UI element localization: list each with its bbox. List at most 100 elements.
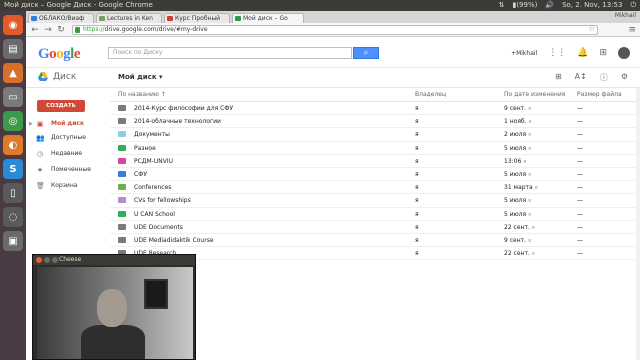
disk-icon[interactable]: ◌ (3, 207, 23, 227)
sort-by-date-header[interactable]: По дате изменения (504, 88, 565, 102)
cheese-titlebar[interactable]: Cheese (33, 255, 195, 265)
file-row[interactable]: Разное я 5 июля я — (110, 142, 636, 155)
grid-view-icon[interactable]: ⊞ (555, 72, 562, 83)
file-owner: я (415, 131, 419, 139)
google-header: Google Поиск по Диску ⌕ +Mikhail ⋮⋮ 🔔 ⊞ (26, 38, 640, 68)
search-input[interactable]: Поиск по Диску (108, 47, 352, 59)
tab-3[interactable]: Курс Пробный (164, 13, 230, 23)
owner-header[interactable]: Владелец (415, 88, 446, 102)
tab-1[interactable]: ОБЛАКО/Виаф (28, 13, 94, 23)
vlc-icon[interactable]: ▲ (3, 63, 23, 83)
clock-icon: ◷ (36, 150, 44, 158)
network-icon[interactable]: ⇅ (499, 0, 505, 11)
tab-favicon-icon (167, 16, 173, 21)
browser-toolbar: ← → ↻ https://drive.google.com/drive/#my… (26, 23, 640, 37)
file-row[interactable]: Документы я 2 июля я — (110, 128, 636, 142)
file-row[interactable]: U CAN School я 5 июля я — (110, 208, 636, 221)
sidebar-item-my-drive[interactable]: ▶ ▣ Мой диск (26, 118, 110, 130)
tab-2[interactable]: Lectures in Ken (96, 13, 162, 23)
camera-icon[interactable]: ▣ (3, 231, 23, 251)
avatar[interactable] (618, 47, 630, 59)
file-modified: 5 июля я (504, 144, 532, 152)
document-icon[interactable]: ▯ (3, 183, 23, 203)
chrome-icon[interactable]: ◎ (3, 111, 23, 131)
settings-gear-icon[interactable]: ⚙ (621, 72, 628, 83)
files-icon[interactable]: ▤ (3, 39, 23, 59)
view-controls: ⊞ A↕ ⓘ ⚙ (555, 72, 628, 83)
folder-icon (118, 170, 126, 177)
folder-icon (118, 197, 126, 204)
user-link[interactable]: +Mikhail (511, 50, 537, 57)
firefox-icon[interactable]: ◐ (3, 135, 23, 155)
google-logo[interactable]: Google (38, 46, 81, 63)
apps-grid-icon[interactable]: ⋮⋮ (548, 48, 566, 58)
folder-icon (118, 184, 126, 191)
address-bar[interactable]: https://drive.google.com/drive/#my-drive (72, 25, 598, 35)
file-row[interactable]: 2014-Курс философии для СФУ я 9 сент. я — (110, 102, 636, 116)
browser-profile-name[interactable]: Mikhail (615, 12, 636, 19)
file-name: Разное (134, 144, 156, 152)
forward-icon[interactable]: → (43, 25, 53, 35)
file-size: — (577, 250, 583, 258)
maximize-icon[interactable] (52, 257, 58, 263)
battery-icon[interactable]: ▮(99%) (512, 0, 537, 11)
webcam-preview (37, 267, 193, 359)
expand-arrow-icon[interactable]: ▶ (29, 118, 33, 130)
file-name: СФУ (134, 170, 148, 178)
cheese-window: Cheese (32, 254, 196, 360)
sidebar-item-trash[interactable]: 🗑 Корзина (26, 180, 110, 192)
file-size: — (577, 197, 583, 205)
scrollbar[interactable] (636, 88, 640, 360)
file-size-header[interactable]: Размер файла (577, 88, 622, 102)
share-icon[interactable]: ⊞ (599, 48, 607, 58)
folder-icon (118, 144, 126, 151)
file-owner: я (415, 197, 419, 205)
file-row[interactable]: UDE Documents я 22 сент. я — (110, 221, 636, 234)
file-size: — (577, 210, 583, 218)
chrome-menu-icon[interactable]: ≡ (628, 25, 636, 35)
sidebar-item-shared[interactable]: 👥 Доступные (26, 132, 110, 144)
back-icon[interactable]: ← (30, 25, 40, 35)
file-row[interactable]: СФУ я 5 июля я — (110, 168, 636, 182)
file-row[interactable]: Conferences я 31 марта я — (110, 181, 636, 195)
bookmark-star-icon[interactable]: ☆ (588, 24, 596, 34)
file-row[interactable]: 2014-облачные технологии я 1 нояб. я — (110, 115, 636, 129)
notifications-bell-icon[interactable]: 🔔 (577, 48, 588, 58)
file-modified: 1 нояб. я (504, 118, 532, 126)
tab-4-active[interactable]: Мой диск – Go (232, 13, 304, 23)
file-row[interactable]: РСДМ-UNVIU я 13:06 я — (110, 155, 636, 168)
person-body (81, 325, 145, 359)
volume-icon[interactable]: 🔊 (545, 0, 554, 11)
folder-icon (118, 157, 126, 164)
power-icon[interactable]: ⏻ (630, 0, 636, 11)
tab-strip: ОБЛАКО/Виаф Lectures in Ken Курс Пробный… (26, 11, 640, 23)
reload-icon[interactable]: ↻ (56, 25, 66, 35)
file-row[interactable]: CVs for fellowships я 5 июля я — (110, 194, 636, 208)
file-row[interactable]: UDE Mediadidaktik Course я 9 сент. я — (110, 234, 636, 248)
search-button[interactable]: ⌕ (353, 47, 379, 59)
sort-az-icon[interactable]: A↕ (575, 72, 587, 83)
minimize-icon[interactable] (44, 257, 50, 263)
sort-by-name-header[interactable]: По названию ↑ (118, 88, 166, 102)
close-icon[interactable] (36, 257, 42, 263)
sidebar-item-starred[interactable]: ★ Помеченные (26, 164, 110, 176)
sidebar-item-recent[interactable]: ◷ Недавние (26, 148, 110, 160)
file-modified: 22 сент. я (504, 250, 535, 258)
cheese-title: Cheese (59, 256, 82, 263)
drive-app-name[interactable]: Диск (53, 72, 76, 82)
breadcrumb[interactable]: Мой диск ▾ (118, 73, 163, 81)
file-modified: 9 сент. я (504, 236, 531, 244)
skype-icon[interactable]: S (3, 159, 23, 179)
star-icon: ★ (36, 166, 44, 174)
clock[interactable]: So, 2. Nov, 13:53 (562, 0, 622, 11)
file-owner: я (415, 170, 419, 178)
create-button[interactable]: СОЗДАТЬ (37, 100, 85, 112)
dash-icon[interactable]: ◉ (3, 15, 23, 35)
file-name: CVs for fellowships (134, 197, 191, 205)
file-list-header: По названию ↑ Владелец По дате изменения… (110, 88, 636, 102)
file-size: — (577, 184, 583, 192)
terminal-icon[interactable]: ▭ (3, 87, 23, 107)
file-name: РСДМ-UNVIU (134, 157, 173, 165)
info-icon[interactable]: ⓘ (600, 72, 608, 83)
file-size: — (577, 144, 583, 152)
